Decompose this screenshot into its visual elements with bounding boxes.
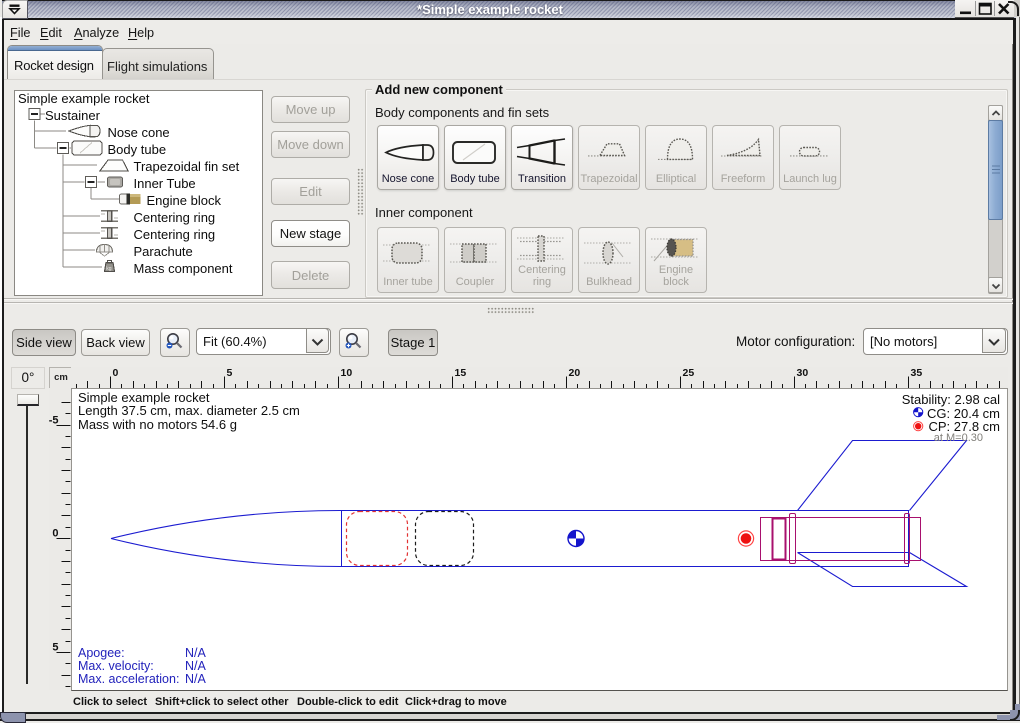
svg-text:25: 25: [683, 367, 695, 379]
svg-text:30: 30: [797, 367, 809, 379]
svg-text:15: 15: [455, 367, 467, 379]
svg-text:10: 10: [341, 367, 353, 379]
svg-text:5: 5: [227, 367, 233, 379]
svg-text:0: 0: [52, 528, 58, 540]
svg-text:35: 35: [911, 367, 923, 379]
svg-text:5: 5: [52, 642, 58, 654]
svg-text:20: 20: [569, 367, 581, 379]
svg-text:kg: kg: [106, 266, 112, 272]
svg-text:0: 0: [113, 367, 119, 379]
svg-text:-5: -5: [49, 415, 59, 427]
